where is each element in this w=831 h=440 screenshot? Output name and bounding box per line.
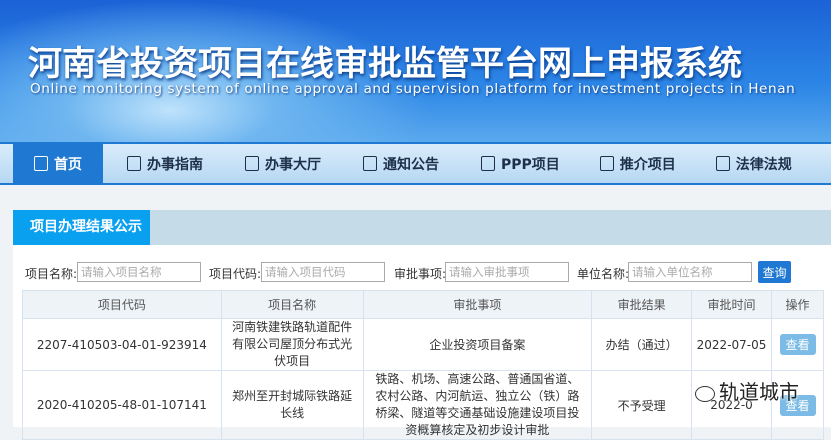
nav-ppp[interactable]: PPP项目 xyxy=(481,144,560,183)
cell-item: 企业投资项目备案 xyxy=(362,318,593,371)
nav-label: 首页 xyxy=(54,156,82,173)
site-title: 河南省投资项目在线审批监管平台网上申报系统 xyxy=(28,44,742,84)
nav-label: 法律法规 xyxy=(735,156,792,173)
site-subtitle: Online monitoring system of online appro… xyxy=(30,81,796,97)
col-code: 项目代码 xyxy=(22,290,222,319)
col-name: 项目名称 xyxy=(220,290,364,319)
project-code-input[interactable] xyxy=(261,262,385,282)
item-label: 审批事项: xyxy=(394,267,447,281)
cell-code: 2207-410503-04-01-923914 xyxy=(22,318,222,371)
view-button[interactable]: 查看 xyxy=(779,334,816,355)
cell-name: 郑州至开封城际铁路延长线 xyxy=(220,370,364,440)
nav-promote[interactable]: 推介项目 xyxy=(599,144,676,183)
watermark-text: 轨道城市 xyxy=(719,380,799,404)
nav-law[interactable]: 法律法规 xyxy=(715,144,792,183)
nav-hall[interactable]: 办事大厅 xyxy=(245,144,321,183)
badge-icon xyxy=(599,156,614,171)
nav-label: 推介项目 xyxy=(619,156,676,173)
panel-header: 项目办理结果公示 xyxy=(13,210,831,245)
banner: 河南省投资项目在线审批监管平台网上申报系统 Online monitoring … xyxy=(0,0,831,142)
nav-label: 办事指南 xyxy=(147,156,203,173)
unit-name-input[interactable] xyxy=(628,262,752,282)
nav-label: 通知公告 xyxy=(383,156,439,173)
approval-item-input[interactable] xyxy=(445,262,569,282)
nav-home[interactable]: 首页 xyxy=(13,144,103,183)
cell-code: 2020-410205-48-01-107141 xyxy=(22,370,222,440)
hands-icon xyxy=(715,156,730,171)
project-name-input[interactable] xyxy=(77,262,201,282)
edit-icon xyxy=(481,156,495,171)
cell-name: 河南铁建铁路轨道配件有限公司屋顶分布式光伏项目 xyxy=(220,318,364,371)
col-item: 审批事项 xyxy=(362,290,593,319)
nav-guide[interactable]: 办事指南 xyxy=(127,144,203,183)
code-label: 项目代码: xyxy=(209,267,262,281)
main-nav: 首页 办事指南 办事大厅 通知公告 PPP项目 推介项目 法律法规 xyxy=(0,142,831,185)
notice-icon xyxy=(363,156,377,171)
col-result: 审批结果 xyxy=(591,290,693,319)
watermark: 轨道城市 xyxy=(695,376,799,405)
unit-label: 单位名称: xyxy=(577,267,630,281)
cell-item: 铁路、机场、高速公路、普通国省道、农村公路、内河航运、独立公（铁）路桥梁、隧道等… xyxy=(362,370,593,440)
results-table: 项目代码 项目名称 审批事项 审批结果 审批时间 操作 2207-410503-… xyxy=(22,290,824,440)
nav-label: PPP项目 xyxy=(501,156,560,173)
building-icon xyxy=(245,156,259,171)
cell-result: 办结（通过） xyxy=(591,318,693,371)
document-icon xyxy=(127,156,141,171)
nav-notice[interactable]: 通知公告 xyxy=(363,144,439,183)
table-row: 2207-410503-04-01-923914 河南铁建铁路轨道配件有限公司屋… xyxy=(22,318,824,371)
table-header: 项目代码 项目名称 审批事项 审批结果 审批时间 操作 xyxy=(22,290,824,319)
cell-result: 不予受理 xyxy=(591,370,693,440)
wechat-icon xyxy=(695,385,715,402)
panel-title-tab[interactable]: 项目办理结果公示 xyxy=(13,210,150,245)
filter-bar: 项目名称: 项目代码: 审批事项: 单位名称: 查询 xyxy=(13,261,831,283)
col-action: 操作 xyxy=(771,290,824,319)
home-icon xyxy=(34,156,48,171)
cell-action: 查看 xyxy=(771,318,824,371)
nav-label: 办事大厅 xyxy=(265,156,321,173)
search-button[interactable]: 查询 xyxy=(758,261,791,283)
cell-date: 2022-07-05 xyxy=(691,318,772,371)
name-label: 项目名称: xyxy=(25,267,78,281)
col-date: 审批时间 xyxy=(691,290,772,319)
